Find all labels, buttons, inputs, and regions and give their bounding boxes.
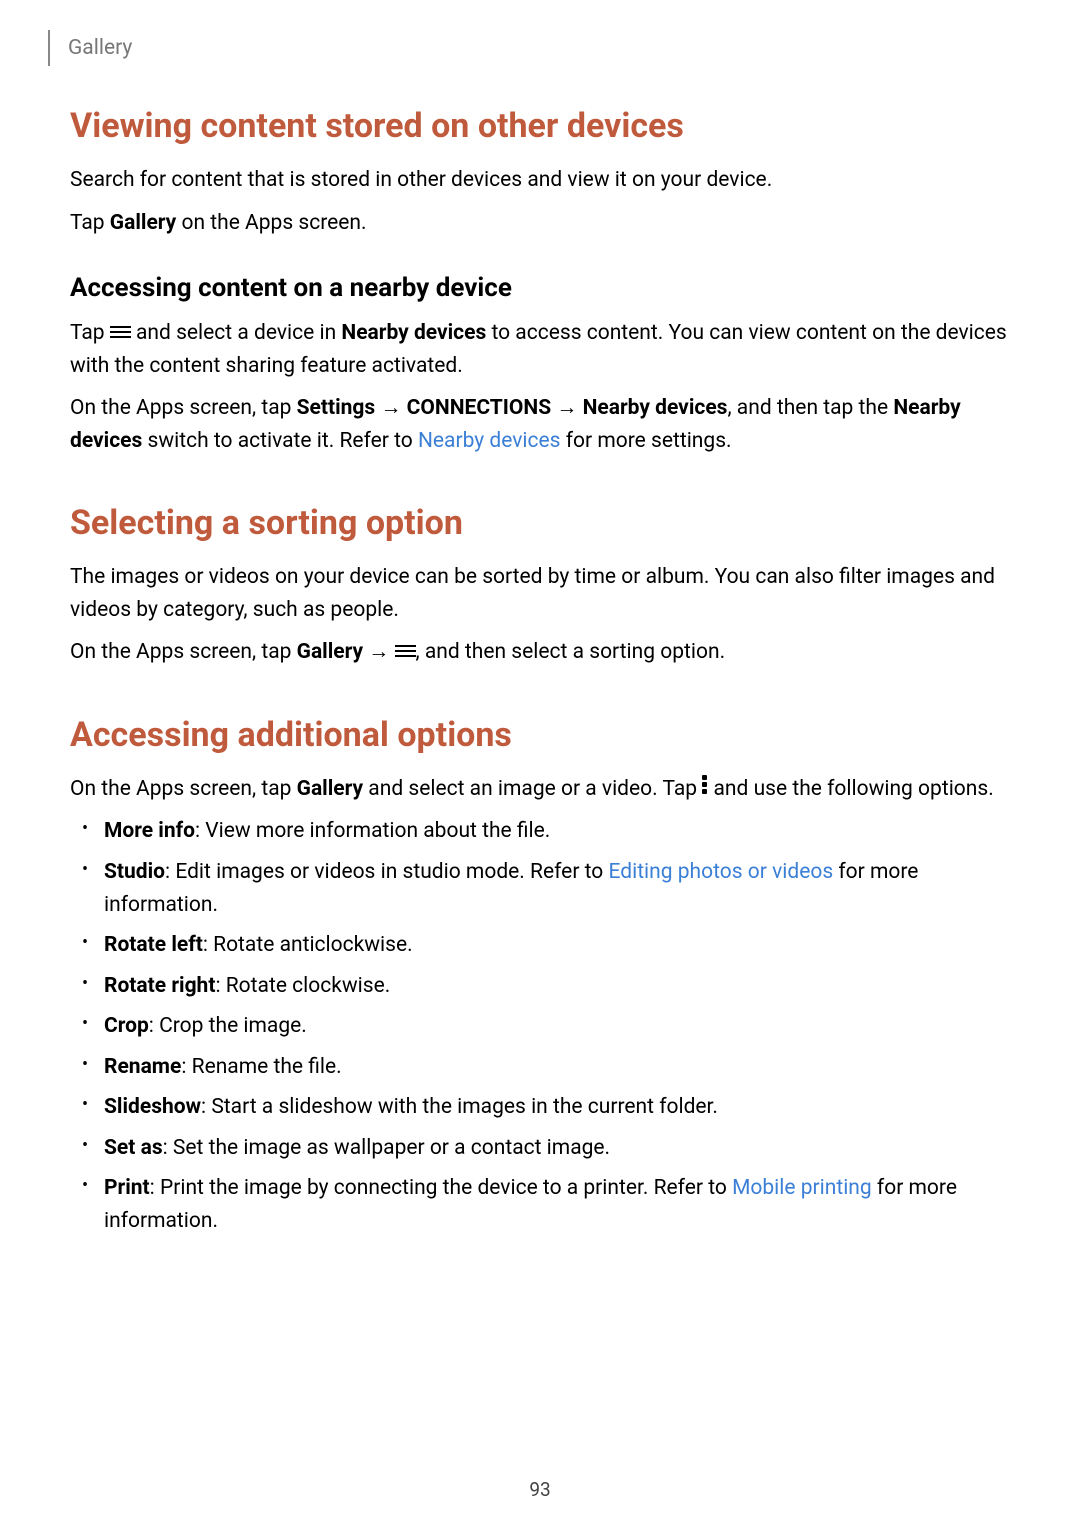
arrow: → (375, 396, 406, 420)
text: and use the following options. (708, 777, 993, 801)
menu-icon (395, 642, 416, 660)
text: : Rename the file. (181, 1055, 341, 1079)
list-item: Set as: Set the image as wallpaper or a … (70, 1132, 1010, 1165)
text: Tap (70, 211, 110, 235)
text: : Print the image by connecting the devi… (150, 1176, 732, 1200)
text: , and then tap the (727, 396, 893, 420)
link-editing-photos[interactable]: Editing photos or videos (609, 860, 834, 884)
text-bold: Slideshow (104, 1095, 201, 1119)
text-bold: CONNECTIONS (407, 396, 552, 420)
list-item: Slideshow: Start a slideshow with the im… (70, 1091, 1010, 1124)
list-item: Rotate right: Rotate clockwise. (70, 970, 1010, 1003)
text: on the Apps screen. (176, 211, 366, 235)
arrow: → (363, 640, 394, 664)
text: Tap (70, 321, 110, 345)
paragraph: Tap Gallery on the Apps screen. (70, 207, 1010, 240)
text: for more settings. (561, 429, 732, 453)
text-bold: More info (104, 819, 195, 843)
text-bold: Print (104, 1176, 150, 1200)
subheading-accessing-nearby: Accessing content on a nearby device (70, 273, 1010, 303)
text: : Set the image as wallpaper or a contac… (163, 1136, 610, 1160)
text: On the Apps screen, tap (70, 640, 297, 664)
list-item: Rotate left: Rotate anticlockwise. (70, 929, 1010, 962)
text: : Rotate clockwise. (215, 974, 390, 998)
text: : Rotate anticlockwise. (203, 933, 413, 957)
text-bold: Crop (104, 1014, 149, 1038)
link-mobile-printing[interactable]: Mobile printing (732, 1176, 872, 1200)
list-item: Crop: Crop the image. (70, 1010, 1010, 1043)
text-bold: Gallery (110, 211, 176, 235)
text-bold: Set as (104, 1136, 163, 1160)
text: : Start a slideshow with the images in t… (201, 1095, 718, 1119)
arrow: → (551, 396, 582, 420)
text-bold: Rename (104, 1055, 181, 1079)
breadcrumb: Gallery (48, 30, 1010, 66)
text-bold: Rotate left (104, 933, 203, 957)
text-bold: Gallery (297, 640, 363, 664)
page-number: 93 (0, 1478, 1080, 1501)
paragraph: On the Apps screen, tap Settings → CONNE… (70, 392, 1010, 457)
text-bold: Studio (104, 860, 165, 884)
text-bold: Gallery (297, 777, 363, 801)
text: : Crop the image. (149, 1014, 307, 1038)
breadcrumb-text: Gallery (68, 36, 132, 60)
text-bold: Nearby devices (341, 321, 486, 345)
text-bold: Nearby devices (583, 396, 728, 420)
options-list: More info: View more information about t… (70, 815, 1010, 1237)
paragraph: On the Apps screen, tap Gallery → , and … (70, 636, 1010, 669)
text-bold: Settings (297, 396, 376, 420)
text: On the Apps screen, tap (70, 777, 297, 801)
menu-icon (110, 323, 131, 341)
text: On the Apps screen, tap (70, 396, 297, 420)
text: switch to activate it. Refer to (142, 429, 418, 453)
link-nearby-devices[interactable]: Nearby devices (418, 429, 561, 453)
heading-viewing-content: Viewing content stored on other devices (70, 106, 1010, 146)
text: : Edit images or videos in studio mode. … (165, 860, 608, 884)
list-item: Print: Print the image by connecting the… (70, 1172, 1010, 1237)
paragraph: Search for content that is stored in oth… (70, 164, 1010, 197)
text: , and then select a sorting option. (416, 640, 726, 664)
text: and select a device in (131, 321, 342, 345)
list-item: Rename: Rename the file. (70, 1051, 1010, 1084)
paragraph: Tap and select a device in Nearby device… (70, 317, 1010, 382)
text-bold: Rotate right (104, 974, 215, 998)
list-item: More info: View more information about t… (70, 815, 1010, 848)
heading-additional-options: Accessing additional options (70, 715, 1010, 755)
heading-sorting-option: Selecting a sorting option (70, 503, 1010, 543)
paragraph: The images or videos on your device can … (70, 561, 1010, 626)
text: : View more information about the file. (195, 819, 550, 843)
list-item: Studio: Edit images or videos in studio … (70, 856, 1010, 921)
paragraph: On the Apps screen, tap Gallery and sele… (70, 773, 1010, 806)
text: and select an image or a video. Tap (363, 777, 702, 801)
